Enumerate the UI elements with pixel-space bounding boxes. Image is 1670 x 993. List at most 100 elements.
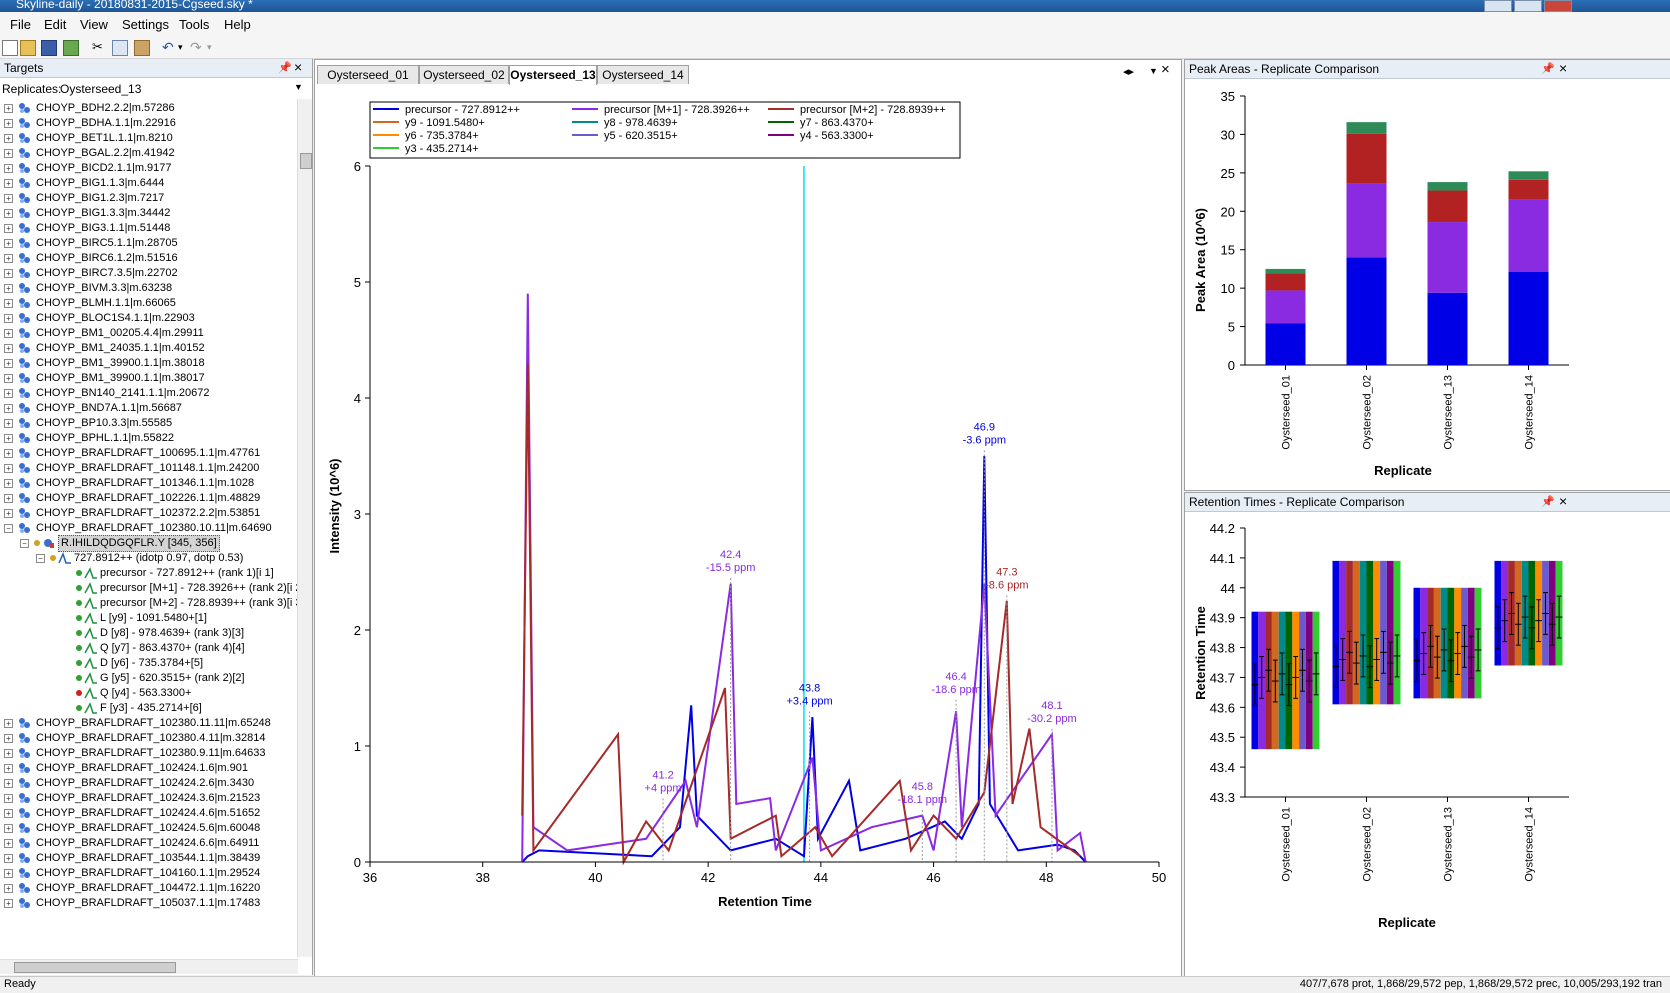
protein-item[interactable]: + CHOYP_BET1L.1.1|m.8210 — [0, 131, 300, 146]
transition-item[interactable]: precursor - 727.8912++ (rank 1)[i 1] — [0, 566, 300, 581]
menu-edit[interactable]: Edit — [44, 17, 66, 32]
expand-icon[interactable]: + — [4, 389, 13, 398]
expand-icon[interactable]: + — [4, 224, 13, 233]
protein-item[interactable]: + CHOYP_BRAFLDRAFT_104160.1.1|m.29524 — [0, 866, 300, 881]
expand-icon[interactable]: + — [4, 899, 13, 908]
transition-item[interactable]: precursor [M+2] - 728.8939++ (rank 3)[i … — [0, 596, 305, 611]
expand-icon[interactable]: + — [4, 719, 13, 728]
expand-icon[interactable]: + — [4, 104, 13, 113]
tab-list-dropdown-icon[interactable]: ▼ — [1149, 66, 1158, 76]
expand-icon[interactable]: + — [4, 764, 13, 773]
retention-times-chart[interactable]: 43.3 43.4 43.5 43.6 43.7 43.8 43.9 44 44.1 44.2 Oy… — [1185, 513, 1670, 975]
expand-icon[interactable]: + — [4, 434, 13, 443]
new-file-icon[interactable] — [2, 40, 18, 56]
expand-icon[interactable]: + — [4, 374, 13, 383]
protein-item[interactable]: + CHOYP_BRAFLDRAFT_101346.1.1|m.1028 — [0, 476, 300, 491]
expand-icon[interactable]: + — [4, 329, 13, 338]
protein-item[interactable]: + CHOYP_BM1_00205.4.4|m.29911 — [0, 326, 300, 341]
collapse-icon[interactable]: − — [4, 524, 13, 533]
expand-icon[interactable]: + — [4, 449, 13, 458]
peak-areas-chart[interactable]: 0 5 10 15 20 25 30 35 Oysterseed_01 Oysterseed_02… — [1185, 80, 1670, 490]
tab-oysterseed-01[interactable]: Oysterseed_01 — [317, 65, 419, 84]
menu-view[interactable]: View — [80, 17, 108, 32]
protein-item[interactable]: + CHOYP_BRAFLDRAFT_102424.2.6|m.3430 — [0, 776, 300, 791]
expand-icon[interactable]: + — [4, 794, 13, 803]
protein-item[interactable]: + CHOYP_BN140_2141.1.1|m.20672 — [0, 386, 300, 401]
expand-icon[interactable]: + — [4, 284, 13, 293]
expand-icon[interactable]: + — [4, 464, 13, 473]
close-window-button[interactable] — [1544, 0, 1572, 12]
protein-item[interactable]: + CHOYP_BIVM.3.3|m.63238 — [0, 281, 300, 296]
protein-item[interactable]: + CHOYP_BRAFLDRAFT_103544.1.1|m.38439 — [0, 851, 300, 866]
expand-icon[interactable]: + — [4, 209, 13, 218]
transition-item[interactable]: D [y8] - 978.4639+ (rank 3)[3] — [0, 626, 300, 641]
expand-icon[interactable]: + — [4, 254, 13, 263]
menu-help[interactable]: Help — [224, 17, 251, 32]
chevron-down-icon[interactable]: ▼ — [294, 82, 303, 92]
expand-icon[interactable]: + — [4, 344, 13, 353]
protein-item[interactable]: + CHOYP_BRAFLDRAFT_100695.1.1|m.47761 — [0, 446, 300, 461]
protein-item[interactable]: + CHOYP_BRAFLDRAFT_102380.11.11|m.65248 — [0, 716, 300, 731]
expand-icon[interactable]: + — [4, 194, 13, 203]
protein-item[interactable]: + CHOYP_BICD2.1.1|m.9177 — [0, 161, 300, 176]
expand-icon[interactable]: + — [4, 479, 13, 488]
transition-item[interactable]: Q [y7] - 863.4370+ (rank 4)[4] — [0, 641, 300, 656]
protein-item[interactable]: + CHOYP_BRAFLDRAFT_102380.4.11|m.32814 — [0, 731, 300, 746]
tree-vertical-scrollbar[interactable] — [297, 99, 312, 957]
tab-oysterseed-02[interactable]: Oysterseed_02 — [419, 65, 509, 84]
protein-item[interactable]: + CHOYP_BRAFLDRAFT_102424.6.6|m.64911 — [0, 836, 300, 851]
expand-icon[interactable]: + — [4, 119, 13, 128]
save-icon[interactable] — [41, 40, 57, 56]
hscroll-thumb[interactable] — [14, 962, 176, 973]
transition-item[interactable]: D [y6] - 735.3784+[5] — [0, 656, 300, 671]
copy-icon[interactable] — [112, 40, 128, 56]
expand-icon[interactable]: + — [4, 269, 13, 278]
expand-icon[interactable]: + — [4, 809, 13, 818]
expand-icon[interactable]: + — [4, 419, 13, 428]
expand-icon[interactable]: + — [4, 509, 13, 518]
protein-item[interactable]: + CHOYP_BGAL.2.2|m.41942 — [0, 146, 300, 161]
tab-oysterseed-14[interactable]: Oysterseed_14 — [597, 65, 689, 84]
import-icon[interactable] — [63, 40, 79, 56]
tab-oysterseed-13[interactable]: Oysterseed_13 — [509, 65, 597, 85]
collapse-icon[interactable]: − — [20, 539, 29, 548]
protein-item[interactable]: + CHOYP_BPHL.1.1|m.55822 — [0, 431, 300, 446]
chromatogram-chart[interactable]: 41.2+4 ppm42.4-15.5 ppm43.8+3.4 ppm45.8-… — [315, 86, 1179, 974]
protein-item[interactable]: + CHOYP_BIG1.2.3|m.7217 — [0, 191, 300, 206]
protein-item[interactable]: + CHOYP_BIG3.1.1|m.51448 — [0, 221, 300, 236]
tab-scroll-left-icon[interactable]: ◂▸ — [1123, 65, 1134, 78]
redo-icon[interactable]: ↷ — [190, 40, 204, 54]
protein-item[interactable]: + CHOYP_BLMH.1.1|m.66065 — [0, 296, 300, 311]
close-icon[interactable]: × — [1559, 493, 1567, 509]
protein-item[interactable]: + CHOYP_BRAFLDRAFT_102226.1.1|m.48829 — [0, 491, 300, 506]
close-document-icon[interactable]: × — [1161, 61, 1170, 78]
transition-item[interactable]: Q [y4] - 563.3300+ — [0, 686, 300, 701]
tree-horizontal-scrollbar[interactable] — [0, 959, 298, 974]
protein-item[interactable]: + CHOYP_BIRC5.1.1|m.28705 — [0, 236, 300, 251]
peptide-item[interactable]: − R.IHILDQDGQFLR.Y [345, 356] — [0, 535, 300, 552]
minimize-button[interactable] — [1484, 0, 1512, 12]
transition-item[interactable]: F [y3] - 435.2714+[6] — [0, 701, 300, 716]
expand-icon[interactable]: + — [4, 854, 13, 863]
expand-icon[interactable]: + — [4, 359, 13, 368]
close-icon[interactable]: × — [1559, 60, 1567, 76]
protein-item[interactable]: + CHOYP_BDHA.1.1|m.22916 — [0, 116, 300, 131]
protein-item[interactable]: + CHOYP_BRAFLDRAFT_105037.1.1|m.17483 — [0, 896, 300, 911]
protein-item[interactable]: − CHOYP_BRAFLDRAFT_102380.10.11|m.64690 — [0, 521, 300, 536]
protein-item[interactable]: + CHOYP_BLOC1S4.1.1|m.22903 — [0, 311, 300, 326]
expand-icon[interactable]: + — [4, 179, 13, 188]
expand-icon[interactable]: + — [4, 884, 13, 893]
protein-item[interactable]: + CHOYP_BDH2.2.2|m.57286 — [0, 101, 300, 116]
protein-item[interactable]: + CHOYP_BM1_39900.1.1|m.38018 — [0, 356, 300, 371]
transition-item[interactable]: G [y5] - 620.3515+ (rank 2)[2] — [0, 671, 300, 686]
expand-icon[interactable]: + — [4, 749, 13, 758]
expand-icon[interactable]: + — [4, 314, 13, 323]
pin-icon[interactable]: 📌 — [1541, 62, 1555, 75]
expand-icon[interactable]: + — [4, 404, 13, 413]
protein-item[interactable]: + CHOYP_BRAFLDRAFT_102424.5.6|m.60048 — [0, 821, 300, 836]
paste-icon[interactable] — [134, 40, 150, 56]
protein-item[interactable]: + CHOYP_BRAFLDRAFT_101148.1.1|m.24200 — [0, 461, 300, 476]
pin-icon[interactable]: 📌 — [1541, 495, 1555, 508]
expand-icon[interactable]: + — [4, 734, 13, 743]
expand-icon[interactable]: + — [4, 164, 13, 173]
